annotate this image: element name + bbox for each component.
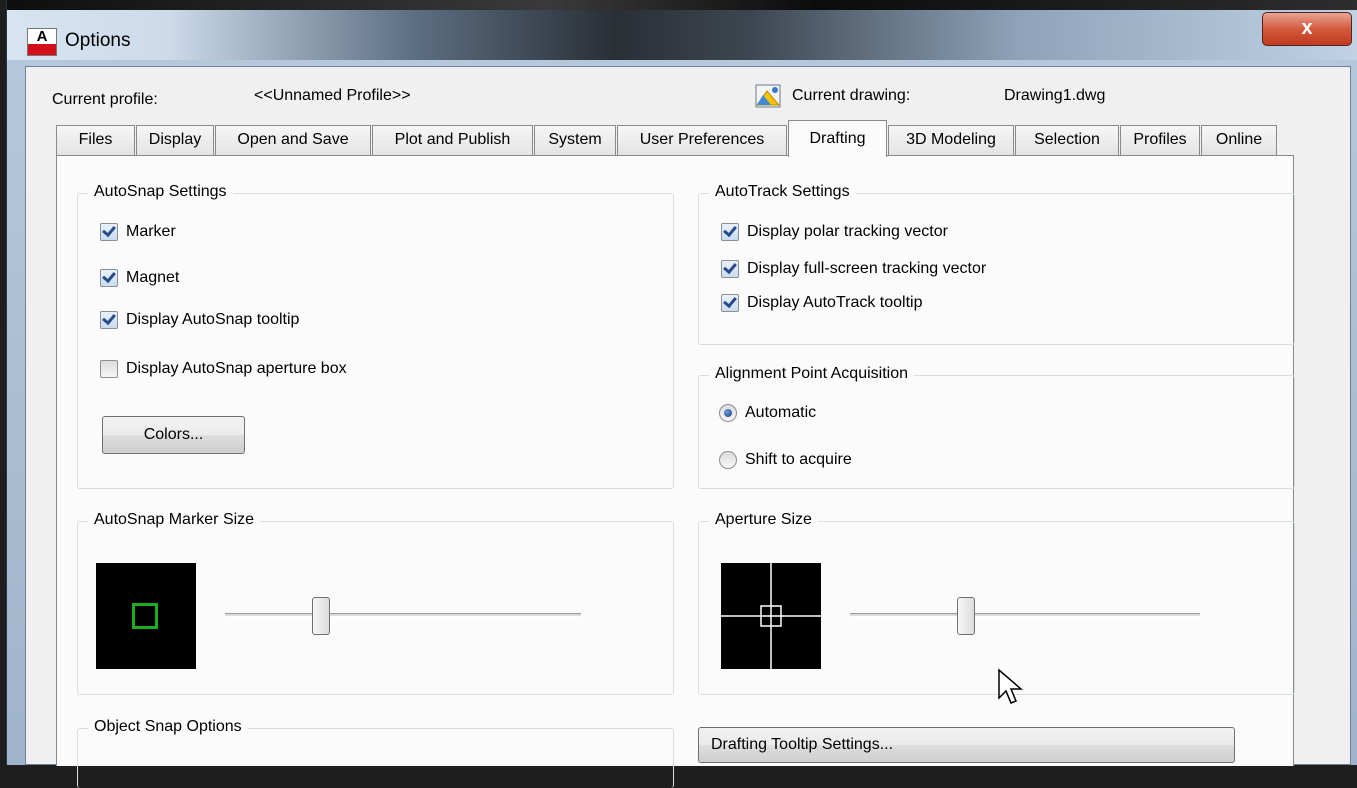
tab-files[interactable]: Files [56,125,135,156]
tab-selection[interactable]: Selection [1015,125,1119,156]
autotrack-settings-title: AutoTrack Settings [709,183,856,201]
tab-user-preferences[interactable]: User Preferences [617,125,787,156]
object-snap-options-title: Object Snap Options [88,718,248,736]
autosnap-settings-group: AutoSnap Settings Marker Magnet Display … [77,183,674,489]
drafting-tab-panel: AutoSnap Settings Marker Magnet Display … [56,155,1295,788]
tab-plot-and-publish[interactable]: Plot and Publish [372,125,533,156]
alignment-acquisition-title: Alignment Point Acquisition [709,365,914,383]
tab-online[interactable]: Online [1201,125,1277,156]
tab-3d-modeling[interactable]: 3D Modeling [888,125,1014,156]
colors-button[interactable]: Colors... [102,416,245,454]
aperture-box-checkbox[interactable] [100,360,118,378]
tab-system[interactable]: System [534,125,616,156]
automatic-radio[interactable] [719,404,737,422]
drawing-file-icon [755,84,781,108]
autosnap-tooltip-label: Display AutoSnap tooltip [126,311,300,328]
checkmark-icon [723,259,737,275]
checkmark-icon [723,222,737,238]
autosnap-marker-size-group: AutoSnap Marker Size [77,511,674,695]
checkmark-icon [723,293,737,309]
polar-vector-checkbox[interactable] [721,222,739,241]
polar-vector-checkbox-row[interactable]: Display polar tracking vector [721,222,948,241]
tab-profiles[interactable]: Profiles [1120,125,1200,156]
checkmark-icon [102,268,116,284]
tab-drafting[interactable]: Drafting [788,120,887,157]
aperture-box-checkbox-row[interactable]: Display AutoSnap aperture box [100,360,347,378]
autosnap-settings-title: AutoSnap Settings [88,183,233,201]
shift-radio-row[interactable]: Shift to acquire [719,451,852,469]
magnet-label: Magnet [126,269,180,286]
options-window: A Options x Current profile: <<Unnamed P… [6,0,1357,788]
autotrack-tooltip-checkbox-row[interactable]: Display AutoTrack tooltip [721,293,923,312]
aperture-size-group: Aperture Size [698,511,1295,704]
polar-vector-label: Display polar tracking vector [747,223,948,240]
autotrack-settings-group: AutoTrack Settings Display polar trackin… [698,183,1295,345]
automatic-radio-row[interactable]: Automatic [719,404,816,422]
tab-display[interactable]: Display [136,125,214,156]
close-button[interactable]: x [1262,12,1352,46]
app-icon-bar [28,44,56,55]
dialog-body: Current profile: <<Unnamed Profile>> Cur… [25,66,1351,788]
app-icon-letter: A [36,28,48,45]
checkmark-icon [102,310,116,326]
aperture-size-title: Aperture Size [709,511,818,529]
marker-size-slider-track[interactable] [225,613,581,617]
current-drawing-label: Current drawing: [792,87,911,104]
autosnap-tooltip-checkbox-row[interactable]: Display AutoSnap tooltip [100,310,300,329]
profile-row: Current profile: <<Unnamed Profile>> Cur… [26,67,1350,123]
current-profile-value: <<Unnamed Profile>> [254,87,411,104]
marker-label: Marker [126,223,176,240]
magnet-checkbox[interactable] [100,268,118,287]
marker-checkbox[interactable] [100,222,118,241]
aperture-crosshair-icon [721,563,821,669]
title-bar-top-strip [7,0,1357,10]
mouse-pointer-icon [998,668,1023,704]
autosnap-tooltip-checkbox[interactable] [100,310,118,329]
autosnap-marker-size-title: AutoSnap Marker Size [88,511,261,529]
radio-selected-dot [724,409,732,417]
checkmark-icon [102,222,116,238]
aperture-size-preview [721,563,821,669]
current-drawing-value: Drawing1.dwg [1004,87,1106,104]
shift-radio[interactable] [719,451,737,469]
aperture-size-slider-track[interactable] [850,613,1200,617]
fullscreen-vector-checkbox-row[interactable]: Display full-screen tracking vector [721,259,987,278]
title-bar[interactable]: A Options x [7,0,1357,60]
autotrack-tooltip-label: Display AutoTrack tooltip [747,294,923,311]
autotrack-tooltip-checkbox[interactable] [721,293,739,312]
alignment-acquisition-group: Alignment Point Acquisition Automatic Sh… [698,365,1295,489]
shift-label: Shift to acquire [745,451,852,468]
window-title: Options [65,30,131,51]
automatic-label: Automatic [745,404,817,421]
object-snap-options-group: Object Snap Options [77,718,674,788]
fullscreen-vector-checkbox[interactable] [721,259,739,278]
marker-checkbox-row[interactable]: Marker [100,222,176,241]
current-profile-label: Current profile: [52,91,158,108]
tab-open-and-save[interactable]: Open and Save [215,125,371,156]
autocad-app-icon: A [27,28,57,56]
magnet-checkbox-row[interactable]: Magnet [100,268,180,287]
autosnap-marker-icon [132,603,158,629]
drafting-tooltip-settings-button[interactable]: Drafting Tooltip Settings... [698,727,1235,763]
fullscreen-vector-label: Display full-screen tracking vector [747,260,987,277]
marker-size-slider-thumb[interactable] [312,597,331,635]
aperture-box-label: Display AutoSnap aperture box [126,360,347,377]
aperture-size-slider-thumb[interactable] [956,597,975,635]
marker-size-preview [96,563,196,669]
